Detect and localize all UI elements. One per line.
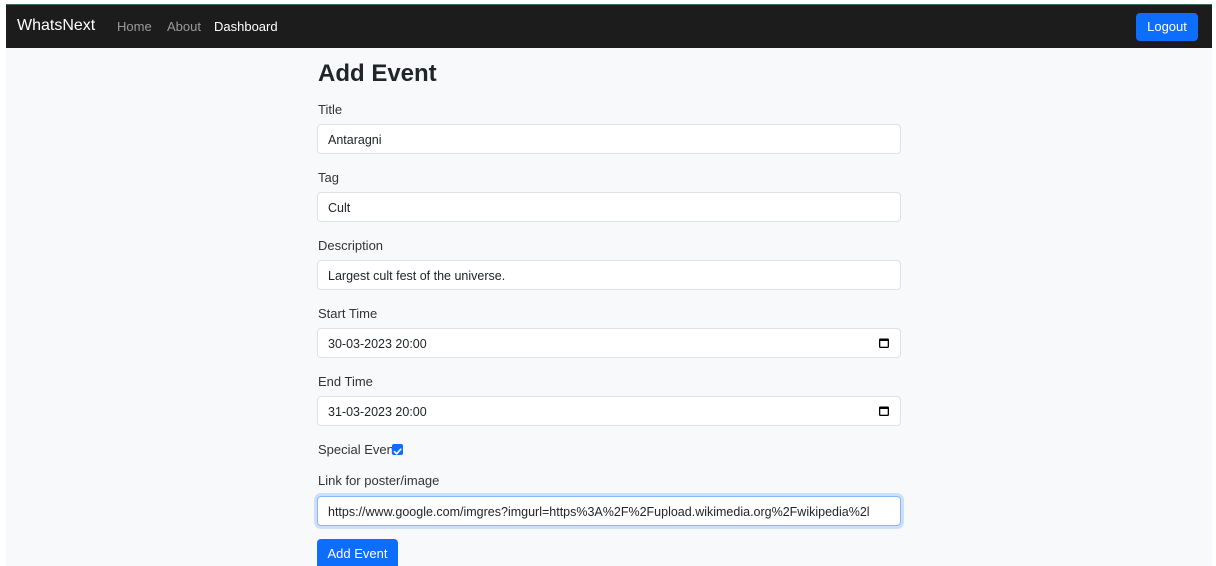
special-event-label: Special Event: [318, 442, 398, 457]
page-title: Add Event: [318, 60, 437, 87]
end-time-input-value: 31-03-2023 20:00: [328, 405, 427, 419]
brand-logo[interactable]: WhatsNext: [17, 16, 95, 36]
navbar: WhatsNext Home About Dashboard Logout: [6, 4, 1212, 48]
tag-input[interactable]: Cult: [317, 192, 901, 222]
poster-link-label: Link for poster/image: [318, 473, 440, 488]
poster-link-input[interactable]: https://www.google.com/imgres?imgurl=htt…: [317, 496, 901, 526]
calendar-icon[interactable]: [878, 337, 890, 349]
description-label: Description: [318, 238, 384, 253]
logout-button[interactable]: Logout: [1136, 13, 1198, 41]
title-input[interactable]: Antaragni: [317, 124, 901, 154]
app-window: WhatsNext Home About Dashboard Logout Ad…: [6, 4, 1212, 566]
tag-input-value: Cult: [328, 201, 351, 215]
title-label: Title: [318, 102, 343, 117]
add-event-button[interactable]: Add Event: [317, 539, 398, 566]
calendar-icon[interactable]: [878, 405, 890, 417]
start-time-input[interactable]: 30-03-2023 20:00: [317, 328, 901, 358]
title-input-value: Antaragni: [328, 133, 382, 147]
nav-link-about[interactable]: About: [167, 18, 201, 36]
start-time-input-value: 30-03-2023 20:00: [328, 337, 427, 351]
description-input-value: Largest cult fest of the universe.: [328, 269, 506, 283]
description-input[interactable]: Largest cult fest of the universe.: [317, 260, 901, 290]
nav-link-home[interactable]: Home: [117, 18, 152, 36]
tag-label: Tag: [318, 170, 339, 185]
poster-link-input-value: https://www.google.com/imgres?imgurl=htt…: [328, 505, 870, 519]
end-time-label: End Time: [318, 374, 373, 389]
nav-link-dashboard[interactable]: Dashboard: [214, 18, 278, 36]
checkmark-icon: [393, 448, 402, 455]
start-time-label: Start Time: [318, 306, 378, 321]
end-time-input[interactable]: 31-03-2023 20:00: [317, 396, 901, 426]
special-event-checkbox[interactable]: [392, 444, 403, 455]
